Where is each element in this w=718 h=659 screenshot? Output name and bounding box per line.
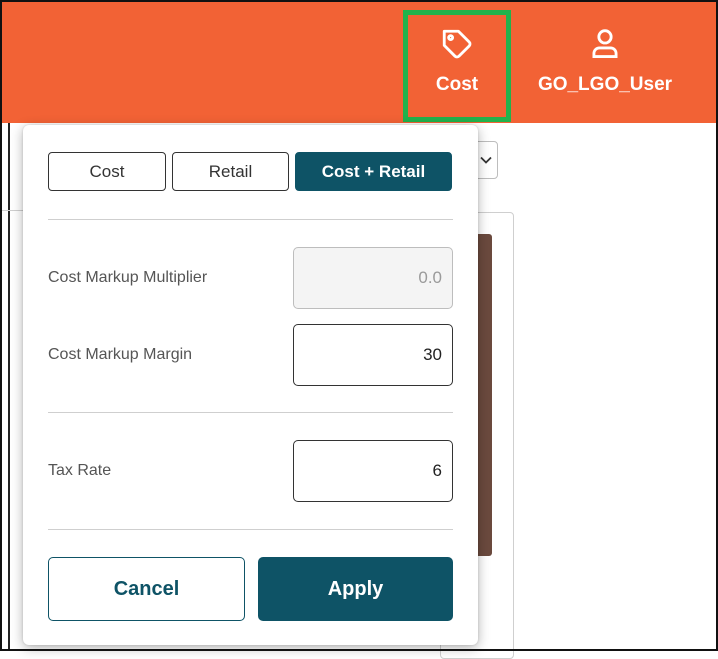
cost-markup-multiplier-input[interactable] (293, 247, 453, 309)
section-divider (48, 412, 453, 413)
top-header-bar: Cost GO_LGO_User (0, 0, 718, 123)
price-view-cost-retail-button[interactable]: Cost + Retail (295, 152, 452, 191)
cost-markup-margin-input[interactable] (293, 324, 453, 386)
user-nav-label: GO_LGO_User (537, 74, 673, 95)
price-view-retail-button[interactable]: Retail (172, 152, 289, 191)
cost-settings-popover: Cost Retail Cost + Retail Cost Markup Mu… (23, 125, 478, 645)
background-page-edge (8, 123, 10, 651)
cost-nav-button[interactable]: Cost (403, 10, 511, 122)
tax-rate-label: Tax Rate (48, 462, 112, 479)
user-nav-button[interactable]: GO_LGO_User (525, 10, 685, 122)
tag-icon (440, 27, 474, 66)
chevron-down-icon (480, 151, 492, 169)
cost-markup-multiplier-label: Cost Markup Multiplier (48, 269, 208, 286)
cost-nav-label: Cost (435, 74, 479, 95)
price-view-cost-button[interactable]: Cost (48, 152, 166, 191)
apply-button[interactable]: Apply (258, 557, 453, 621)
section-divider (48, 529, 453, 530)
cancel-button[interactable]: Cancel (48, 557, 245, 621)
user-icon (590, 27, 620, 64)
section-divider (48, 219, 453, 220)
cost-markup-margin-label: Cost Markup Margin (48, 346, 193, 363)
tax-rate-input[interactable] (293, 440, 453, 502)
